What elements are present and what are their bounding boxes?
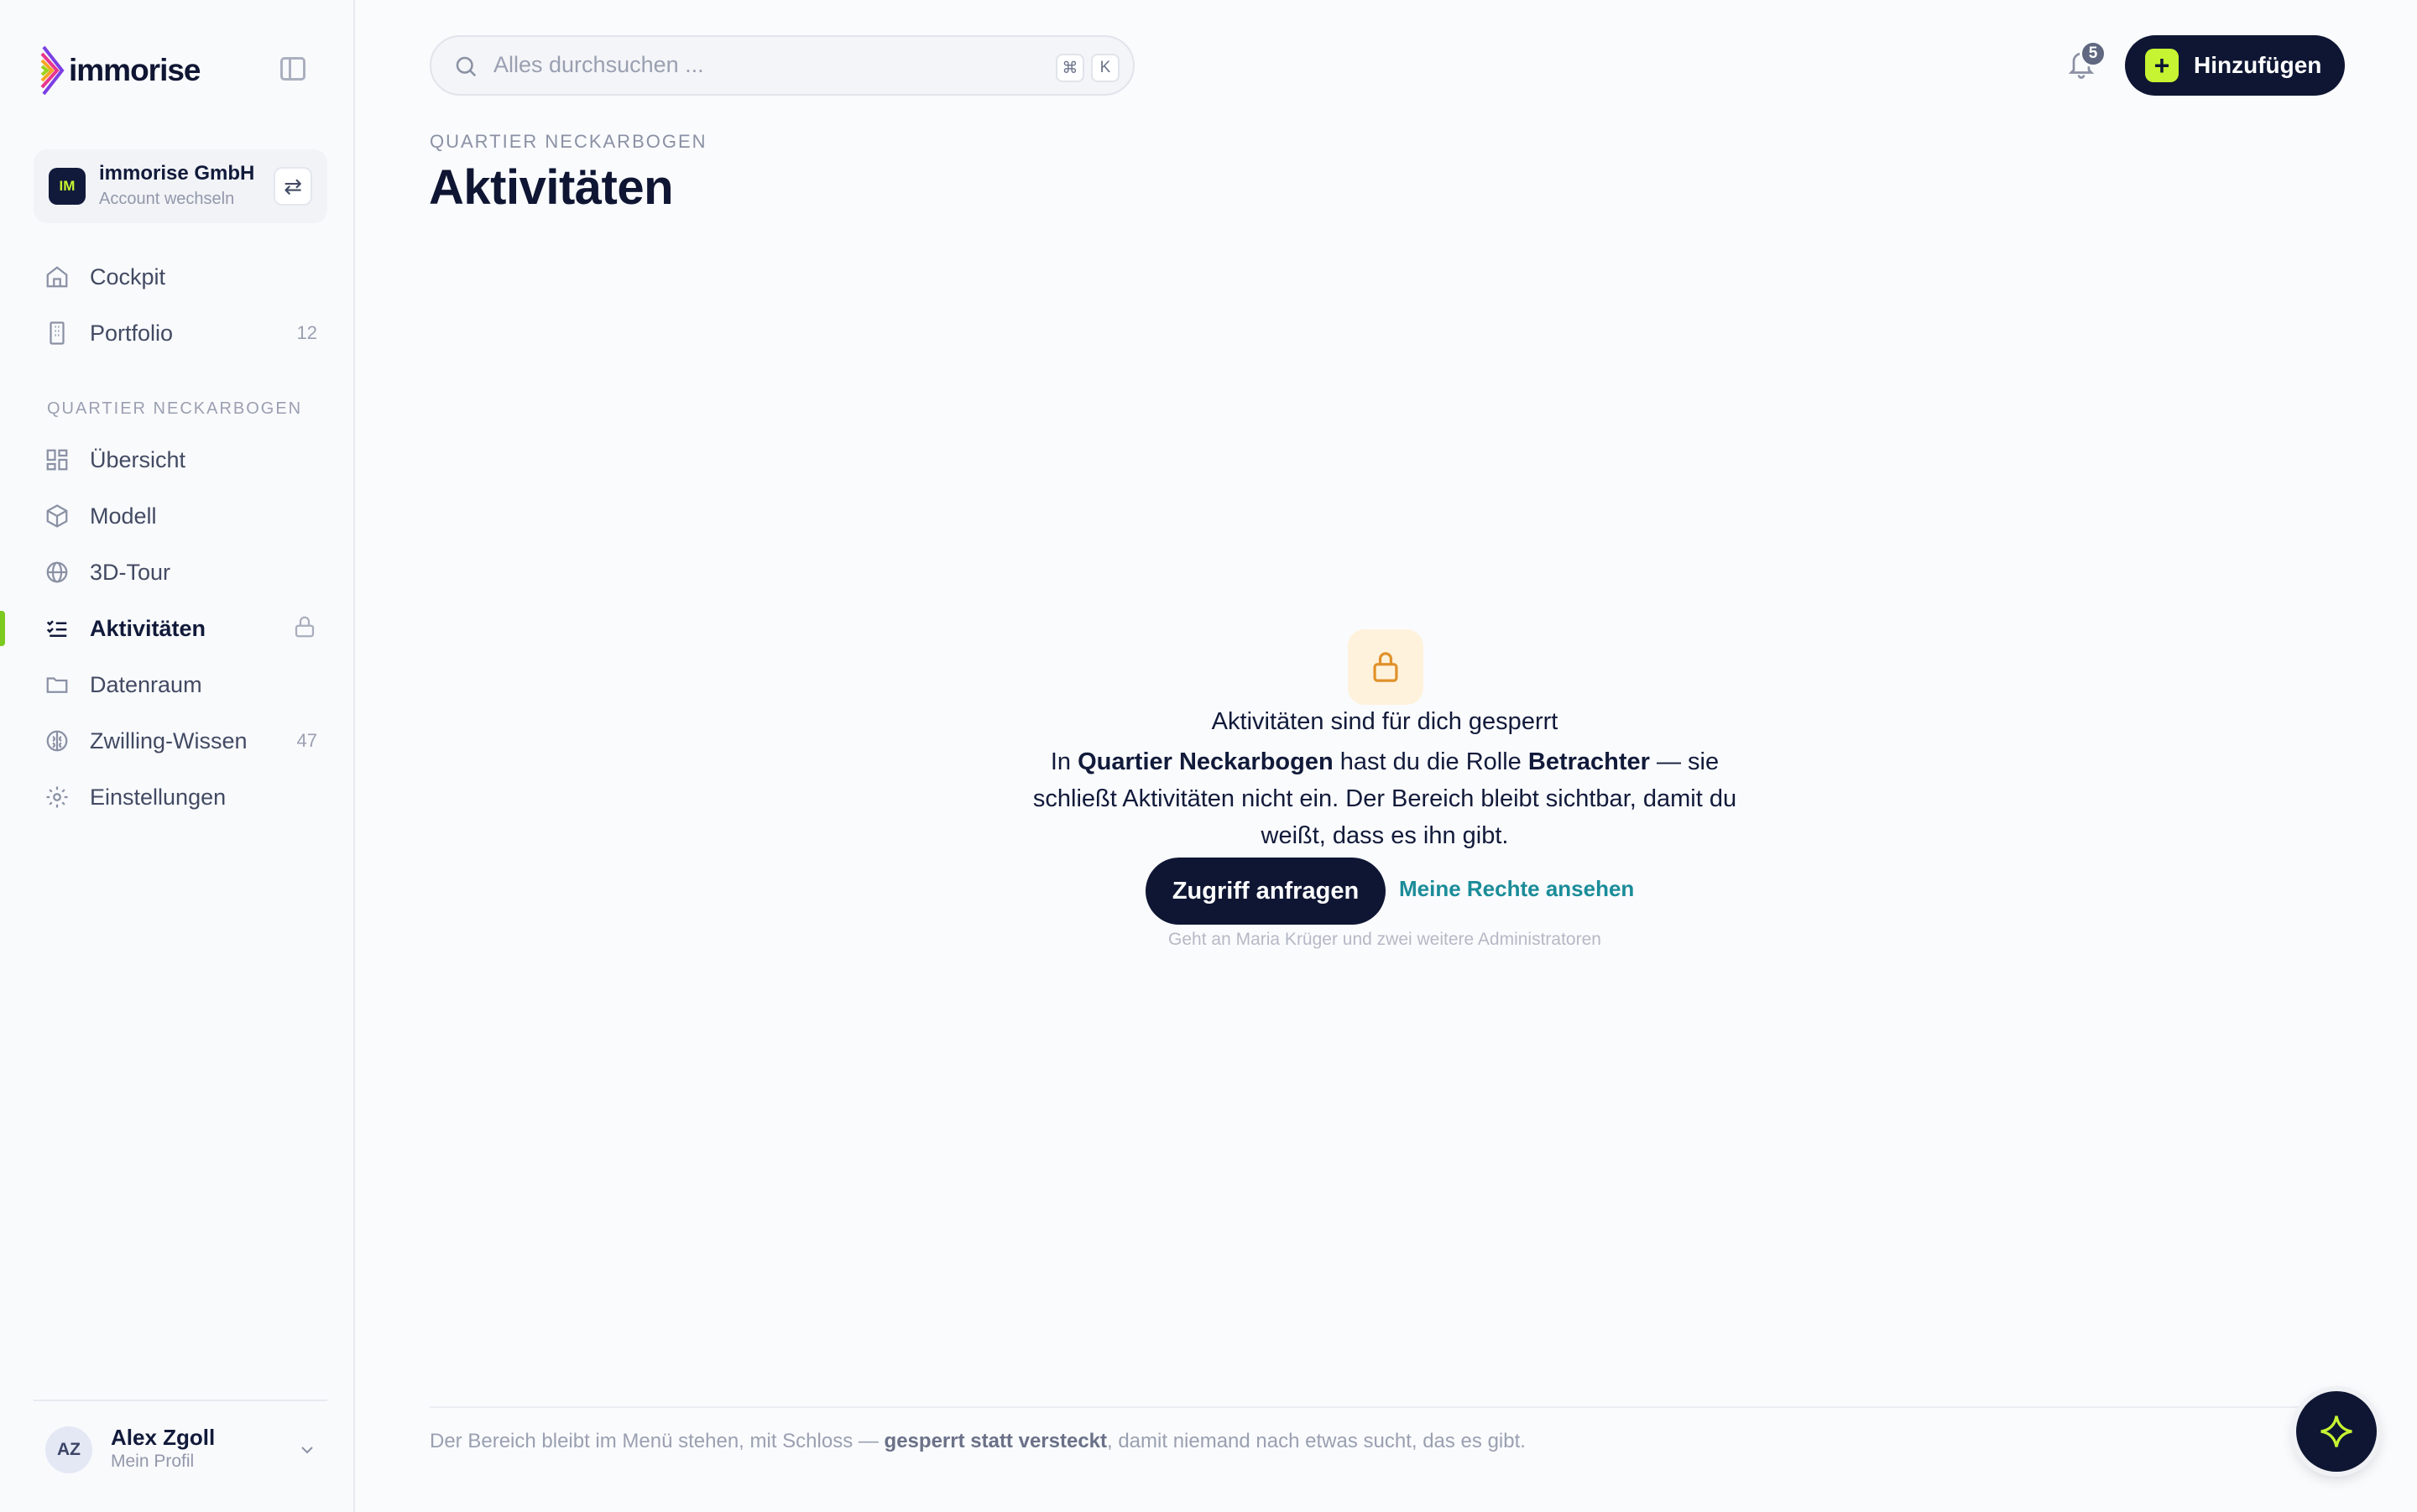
sidebar-toggle-icon[interactable] [280, 57, 305, 81]
sidebar-item-uebersicht[interactable]: Übersicht [34, 435, 327, 485]
lock-icon [1348, 629, 1423, 705]
gear-icon [44, 784, 70, 811]
page-title: Aktivitäten [429, 160, 674, 215]
breadcrumb: QUARTIER NECKARBOGEN [430, 131, 707, 152]
user-subtitle: Mein Profil [111, 1452, 195, 1471]
user-name: Alex Zgoll [111, 1425, 216, 1450]
sidebar-item-label: Cockpit [90, 263, 166, 289]
account-subtitle: Account wechseln [99, 190, 235, 208]
assistant-sparkle-button[interactable] [2296, 1391, 2377, 1472]
user-profile-menu[interactable]: AZ Alex Zgoll Mein Profil [34, 1400, 327, 1500]
add-button-label: Hinzufügen [2194, 52, 2322, 78]
portfolio-count: 12 [296, 322, 317, 343]
brain-icon [44, 727, 70, 754]
sidebar-item-label: Zwilling-Wissen [90, 727, 248, 753]
sparkle-icon [2320, 1416, 2352, 1447]
view-rights-link[interactable]: Meine Rechte ansehen [1399, 876, 1634, 902]
sidebar-item-label: Aktivitäten [90, 615, 206, 641]
account-avatar: IM [49, 168, 86, 205]
locked-description: In Quartier Neckarbogen hast du die Roll… [1032, 748, 1737, 849]
immorise-logo-icon [40, 45, 65, 96]
sidebar-item-label: Datenraum [90, 671, 202, 697]
folder-icon [44, 671, 70, 698]
search-icon [453, 54, 478, 83]
sidebar-item-aktivitaeten[interactable]: Aktivitäten [34, 603, 327, 654]
sidebar-item-modell[interactable]: Modell [34, 491, 327, 541]
sidebar-section-title: QUARTIER NECKARBOGEN [47, 399, 303, 418]
account-switcher[interactable]: IM immorise GmbH Account wechseln ⇄ [34, 149, 327, 223]
footer-note: Der Bereich bleibt im Menü stehen, mit S… [430, 1430, 1526, 1452]
role-name: Betrachter [1527, 748, 1650, 775]
sidebar-item-datenraum[interactable]: Datenraum [34, 660, 327, 710]
sidebar-item-zwilling-wissen[interactable]: Zwilling-Wissen 47 [34, 716, 327, 766]
avatar: AZ [45, 1426, 92, 1473]
divider [430, 1406, 2360, 1408]
search-placeholder: Alles durchsuchen ... [493, 52, 704, 77]
brand-name: immorise [69, 53, 201, 87]
shortcut-key-k: K [1091, 54, 1120, 82]
sidebar-item-label: Übersicht [90, 446, 186, 472]
search-input[interactable]: Alles durchsuchen ... ⌘ K [430, 35, 1135, 96]
sidebar-item-einstellungen[interactable]: Einstellungen [34, 772, 327, 822]
sidebar: immorise IM immorise GmbH Account wechse… [0, 0, 355, 1512]
sidebar-item-label: Portfolio [90, 320, 174, 346]
chevron-down-icon [297, 1440, 317, 1464]
notification-badge: 5 [2080, 40, 2106, 67]
sidebar-item-label: 3D-Tour [90, 559, 171, 585]
active-indicator [0, 611, 5, 646]
zwilling-wissen-count: 47 [296, 730, 317, 751]
sidebar-item-label: Modell [90, 503, 157, 529]
sidebar-item-cockpit[interactable]: Cockpit [34, 252, 327, 302]
building-icon [44, 320, 70, 347]
brand-logo[interactable]: immorise [40, 45, 201, 96]
project-name: Quartier Neckarbogen [1078, 748, 1334, 775]
shortcut-key-cmd: ⌘ [1056, 54, 1084, 82]
switch-account-icon[interactable]: ⇄ [274, 167, 312, 206]
sidebar-item-portfolio[interactable]: Portfolio 12 [34, 308, 327, 358]
sidebar-item-label: Einstellungen [90, 784, 227, 810]
sidebar-item-3d-tour[interactable]: 3D-Tour [34, 547, 327, 597]
cube-icon [44, 503, 70, 529]
grid-icon [44, 446, 70, 473]
locked-title: Aktivitäten sind für dich gesperrt [1211, 708, 1558, 735]
request-access-button[interactable]: Zugriff anfragen [1146, 858, 1386, 925]
plus-icon: + [2145, 49, 2179, 82]
lock-icon [292, 614, 317, 644]
request-recipients-note: Geht an Maria Krüger und zwei weitere Ad… [1168, 930, 1601, 949]
globe-icon [44, 559, 70, 586]
home-icon [44, 263, 70, 290]
checklist-icon [44, 615, 70, 642]
add-button[interactable]: + Hinzufügen [2125, 35, 2345, 96]
account-name: immorise GmbH [99, 162, 255, 185]
